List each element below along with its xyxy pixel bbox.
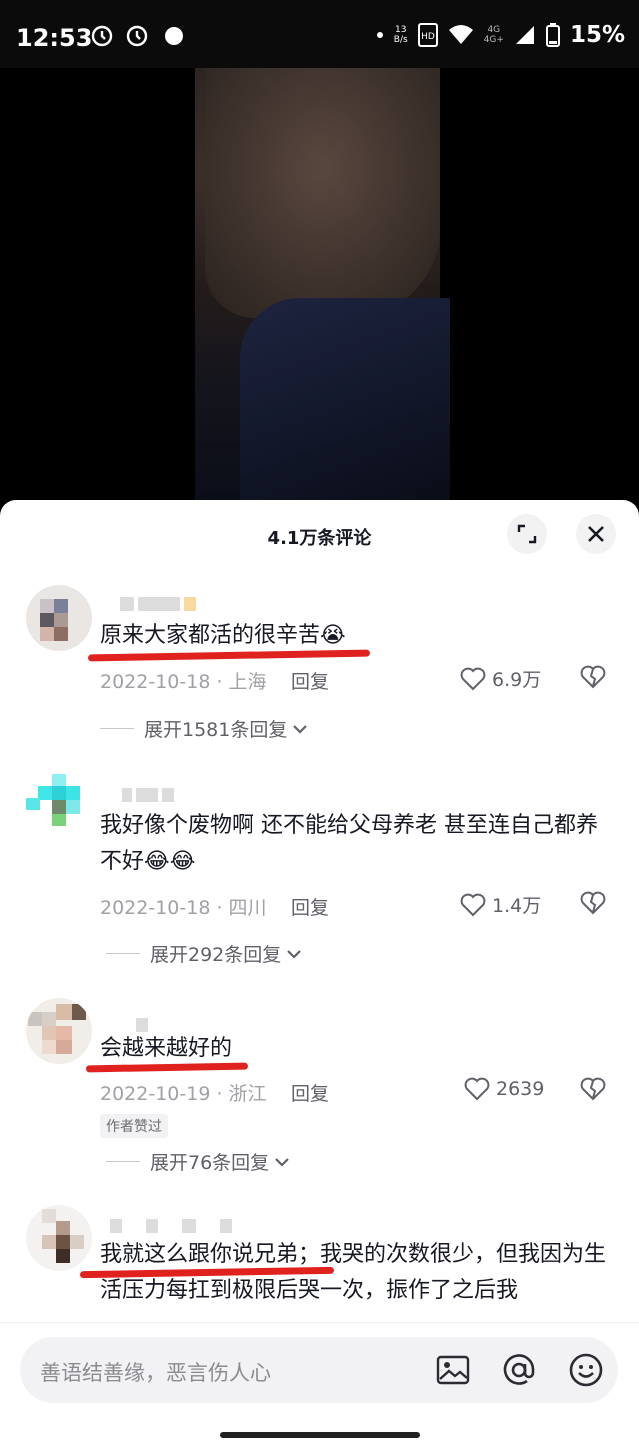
- comment-item: 我就这么跟你说兄弟；我哭的次数很少，但我因为生活压力每扛到极限后哭一次，振作了之…: [0, 1205, 639, 1322]
- comment-text: 原来大家都活的很辛苦😭: [100, 623, 346, 648]
- battery-icon: [545, 23, 560, 47]
- like-count: 2639: [496, 1078, 545, 1100]
- expand-replies-label: 展开292条回复: [150, 944, 282, 966]
- video-player[interactable]: [0, 68, 639, 508]
- chevron-down-icon: [293, 724, 308, 734]
- reply-button[interactable]: 回复: [291, 893, 329, 920]
- avatar[interactable]: [26, 585, 92, 651]
- dislike-button[interactable]: [580, 891, 606, 919]
- emoji-icon: [569, 1353, 603, 1387]
- broken-heart-icon: [580, 891, 606, 915]
- comment-input-bar: 善语结善缘，恶言伤人心: [0, 1322, 639, 1415]
- comment-text: 会越来越好的: [100, 1036, 233, 1061]
- network-type: 4G 4G+: [484, 25, 504, 45]
- dot-icon: [376, 32, 383, 38]
- comment-input-placeholder: 善语结善缘，恶言伤人心: [40, 1361, 271, 1385]
- emoji-button[interactable]: [567, 1351, 605, 1389]
- comment-input[interactable]: 善语结善缘，恶言伤人心: [20, 1337, 618, 1403]
- status-bar: 12:53 13 B/s HD 4G 4G+ 15%: [0, 0, 639, 68]
- avatar-image: [26, 1205, 92, 1271]
- chevron-down-icon: [275, 1157, 289, 1167]
- network-type-bottom: 4G+: [483, 35, 504, 45]
- chevron-down-icon: [287, 949, 302, 959]
- avatar-image: [26, 585, 92, 651]
- expand-replies[interactable]: 展开76条回复: [106, 1148, 291, 1175]
- alarm-icon: [126, 25, 148, 47]
- video-content-hand: [205, 68, 440, 318]
- reply-button[interactable]: 回复: [291, 667, 329, 694]
- image-picker-button[interactable]: [434, 1351, 472, 1389]
- hd-icon: HD: [417, 23, 438, 47]
- net-speed-value: 13: [395, 25, 407, 35]
- expand-replies-label: 展开1581条回复: [144, 719, 288, 741]
- like-count: 6.9万: [492, 669, 542, 691]
- network-type-top: 4G: [487, 25, 501, 35]
- image-icon: [436, 1355, 470, 1385]
- comment-text: 我好像个废物啊 还不能给父母养老 甚至连自己都养不好😂😂: [100, 813, 598, 874]
- svg-text:HD: HD: [421, 32, 435, 42]
- avatar[interactable]: [26, 1205, 92, 1271]
- expand-line: [106, 953, 140, 954]
- video-content-jacket: [240, 298, 450, 508]
- expand-icon: [517, 524, 537, 544]
- avatar-image: [26, 772, 92, 838]
- at-icon: [503, 1354, 535, 1385]
- expand-replies[interactable]: 展开292条回复: [106, 940, 303, 967]
- heart-icon: [460, 667, 486, 690]
- status-time: 12:53: [16, 24, 93, 52]
- net-speed-unit: B/s: [393, 35, 408, 45]
- system-nav-bar: [0, 1414, 639, 1456]
- net-speed: 13 B/s: [394, 25, 408, 45]
- like-button[interactable]: 1.4万: [460, 891, 541, 918]
- like-button[interactable]: 2639: [464, 1077, 544, 1101]
- expand-replies[interactable]: 展开1581条回复: [100, 715, 309, 742]
- comment-date-location: 2022-10-19 · 浙江: [100, 1083, 267, 1105]
- mention-button[interactable]: [500, 1351, 538, 1389]
- broken-heart-icon: [580, 665, 606, 689]
- home-gesture-handle[interactable]: [220, 1432, 420, 1438]
- username-redacted[interactable]: [100, 597, 196, 617]
- reply-button[interactable]: 回复: [291, 1079, 329, 1106]
- like-count: 1.4万: [492, 895, 542, 917]
- heart-icon: [464, 1077, 490, 1101]
- author-liked-badge: 作者赞过: [100, 1114, 168, 1138]
- comment-text: 我就这么跟你说兄弟；我哭的次数很少，但我因为生活压力每扛到极限后哭一次，振作了之…: [100, 1242, 607, 1303]
- expand-fullscreen-button[interactable]: [507, 514, 547, 554]
- signal-icon: [515, 26, 534, 44]
- username-redacted[interactable]: [100, 1219, 232, 1239]
- heart-icon: [460, 893, 486, 916]
- close-icon: [588, 526, 604, 542]
- wifi-icon: [448, 25, 473, 44]
- avatar-image: [26, 998, 92, 1064]
- avatar[interactable]: [26, 998, 92, 1064]
- dislike-button[interactable]: [580, 665, 606, 693]
- close-button[interactable]: [576, 514, 616, 554]
- username-redacted[interactable]: [100, 788, 174, 808]
- expand-replies-label: 展开76条回复: [150, 1152, 270, 1174]
- expand-line: [100, 728, 134, 729]
- clock-icon: [91, 25, 113, 47]
- comment-date-location: 2022-10-18 · 上海: [100, 671, 267, 693]
- like-button[interactable]: 6.9万: [460, 665, 541, 692]
- comment-date-location: 2022-10-18 · 四川: [100, 897, 267, 919]
- expand-line: [106, 1161, 140, 1162]
- notification-dot-icon: [165, 27, 183, 45]
- broken-heart-icon: [580, 1077, 606, 1101]
- avatar[interactable]: [26, 772, 92, 838]
- battery-percent: 15%: [569, 22, 625, 48]
- dislike-button[interactable]: [580, 1077, 606, 1105]
